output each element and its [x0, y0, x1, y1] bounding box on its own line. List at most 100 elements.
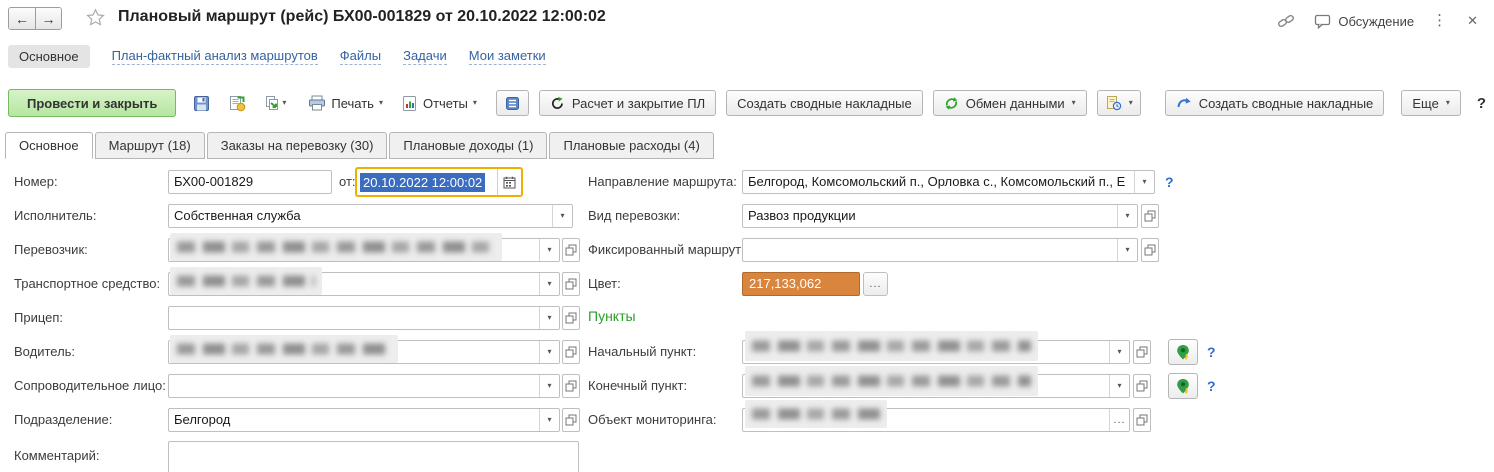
direction-label: Направление маршрута:: [588, 174, 737, 189]
chevron-down-icon[interactable]: ▾: [1109, 375, 1129, 397]
close-icon[interactable]: ✕: [1465, 13, 1480, 29]
tab-route[interactable]: Маршрут (18): [94, 132, 205, 159]
document-clock-icon: [1106, 96, 1121, 111]
tab-planned-expenses[interactable]: Плановые расходы (4): [549, 132, 714, 159]
help-button[interactable]: ?: [1477, 95, 1486, 112]
scheduled-doc-button[interactable]: ▾: [1096, 90, 1141, 116]
create-based-on-button[interactable]: ▾: [259, 90, 291, 116]
more-button[interactable]: Еще ▾: [1401, 90, 1461, 116]
data-exchange-button[interactable]: Обмен данными ▾: [932, 90, 1087, 116]
back-button[interactable]: ←: [9, 8, 35, 29]
direction-help[interactable]: ?: [1165, 170, 1174, 194]
nav-item-notes[interactable]: Мои заметки: [468, 48, 546, 65]
tab-planned-income[interactable]: Плановые доходы (1): [389, 132, 548, 159]
chevron-down-icon[interactable]: ▾: [539, 239, 559, 261]
chevron-down-icon[interactable]: ▾: [1117, 205, 1137, 227]
division-open-button[interactable]: [562, 408, 580, 432]
open-icon: [565, 346, 577, 358]
tab-main[interactable]: Основное: [5, 132, 93, 159]
start-point-redacted-text: [745, 331, 1038, 361]
create-consolidated-invoices-button[interactable]: Создать сводные накладные: [726, 90, 923, 116]
division-combobox[interactable]: Белгород ▾: [168, 408, 560, 432]
chevron-down-icon[interactable]: ▾: [539, 375, 559, 397]
nav-item-main[interactable]: Основное: [8, 44, 90, 68]
start-point-map-button[interactable]: [1168, 339, 1198, 365]
planned-route-window: ← → Плановый маршрут (рейс) БХ00-001829 …: [0, 0, 1494, 472]
list-icon: [505, 96, 519, 110]
transport-kind-open-button[interactable]: [1141, 204, 1159, 228]
start-point-open-button[interactable]: [1133, 340, 1151, 364]
tab-transport-orders[interactable]: Заказы на перевозку (30): [206, 132, 388, 159]
post-document-button[interactable]: [223, 90, 251, 116]
direction-combobox[interactable]: Белгород, Комсомольский п., Орловка с., …: [742, 170, 1155, 194]
favorite-star-icon[interactable]: [86, 8, 105, 27]
toolbar: Провести и закрыть ▾ Печать ▾ Отчеты ▾ Р…: [8, 88, 1486, 118]
open-icon: [1136, 380, 1148, 392]
end-point-map-button[interactable]: [1168, 373, 1198, 399]
calc-close-waybill-button[interactable]: Расчет и закрытие ПЛ: [538, 90, 717, 116]
copy-link-icon[interactable]: [1272, 8, 1300, 34]
save-button[interactable]: [188, 90, 215, 116]
color-picker-button[interactable]: ...: [863, 272, 888, 296]
create-consolidated-invoices-2-button[interactable]: Создать сводные накладные: [1164, 90, 1385, 116]
discussion-button[interactable]: Обсуждение: [1314, 13, 1414, 29]
print-icon: [309, 95, 326, 111]
end-point-help[interactable]: ?: [1207, 374, 1216, 398]
ellipsis-button[interactable]: ...: [1109, 409, 1129, 431]
fixed-route-open-button[interactable]: [1141, 238, 1159, 262]
end-point-open-button[interactable]: [1133, 374, 1151, 398]
carrier-open-button[interactable]: [562, 238, 580, 262]
fixed-route-combobox[interactable]: ▾: [742, 238, 1138, 262]
number-label: Номер:: [14, 174, 58, 189]
post-and-close-button[interactable]: Провести и закрыть: [8, 89, 177, 117]
driver-label: Водитель:: [14, 344, 76, 359]
window-menu-icon[interactable]: ⋮: [1428, 12, 1451, 30]
vehicle-redacted-text: [170, 267, 322, 295]
reports-icon: [402, 95, 416, 111]
number-input[interactable]: БХ00-001829: [168, 170, 332, 194]
open-icon: [1144, 244, 1156, 256]
vehicle-open-button[interactable]: [562, 272, 580, 296]
date-input[interactable]: 20.10.2022 12:00:02: [355, 167, 523, 197]
trailer-label: Прицеп:: [14, 310, 64, 325]
structure-button[interactable]: [495, 90, 529, 116]
open-icon: [565, 414, 577, 426]
calendar-icon[interactable]: [497, 169, 521, 195]
nav-item-plan-fact[interactable]: План-фактный анализ маршрутов: [111, 48, 318, 65]
print-button[interactable]: Печать ▾: [303, 90, 388, 116]
open-icon: [565, 278, 577, 290]
transport-kind-combobox[interactable]: Развоз продукции ▾: [742, 204, 1138, 228]
chevron-down-icon[interactable]: ▾: [1109, 341, 1129, 363]
monitoring-open-button[interactable]: [1133, 408, 1151, 432]
monitoring-label: Объект мониторинга:: [588, 412, 717, 427]
chevron-down-icon[interactable]: ▾: [539, 307, 559, 329]
chevron-down-icon[interactable]: ▾: [539, 409, 559, 431]
points-section-header: Пункты: [588, 308, 636, 324]
nav-item-tasks[interactable]: Задачи: [403, 48, 447, 65]
escort-combobox[interactable]: ▾: [168, 374, 560, 398]
trailer-open-button[interactable]: [562, 306, 580, 330]
trailer-combobox[interactable]: ▾: [168, 306, 560, 330]
color-swatch[interactable]: 217,133,062: [742, 272, 860, 296]
driver-open-button[interactable]: [562, 340, 580, 364]
chevron-down-icon[interactable]: ▾: [552, 205, 572, 227]
escort-label: Сопроводительное лицо:: [14, 378, 166, 393]
nav-item-files[interactable]: Файлы: [339, 48, 382, 65]
document-tabs: Основное Маршрут (18) Заказы на перевозк…: [5, 132, 716, 159]
comment-textarea[interactable]: [168, 441, 579, 472]
chevron-down-icon[interactable]: ▾: [1117, 239, 1137, 261]
create-based-on-icon: [266, 95, 279, 110]
end-point-redacted-text: [745, 366, 1038, 396]
escort-open-button[interactable]: [562, 374, 580, 398]
chevron-down-icon[interactable]: ▾: [1134, 171, 1154, 193]
chevron-down-icon[interactable]: ▾: [539, 341, 559, 363]
reports-button[interactable]: Отчеты ▾: [396, 90, 482, 116]
forward-button[interactable]: →: [35, 8, 61, 29]
executor-combobox[interactable]: Собственная служба ▾: [168, 204, 573, 228]
discussion-label: Обсуждение: [1338, 13, 1415, 29]
chevron-down-icon[interactable]: ▾: [539, 273, 559, 295]
end-point-label: Конечный пункт:: [588, 378, 688, 393]
history-nav: ← →: [8, 7, 62, 30]
start-point-help[interactable]: ?: [1207, 340, 1216, 364]
fixed-route-label: Фиксированный маршрут:: [588, 242, 745, 257]
